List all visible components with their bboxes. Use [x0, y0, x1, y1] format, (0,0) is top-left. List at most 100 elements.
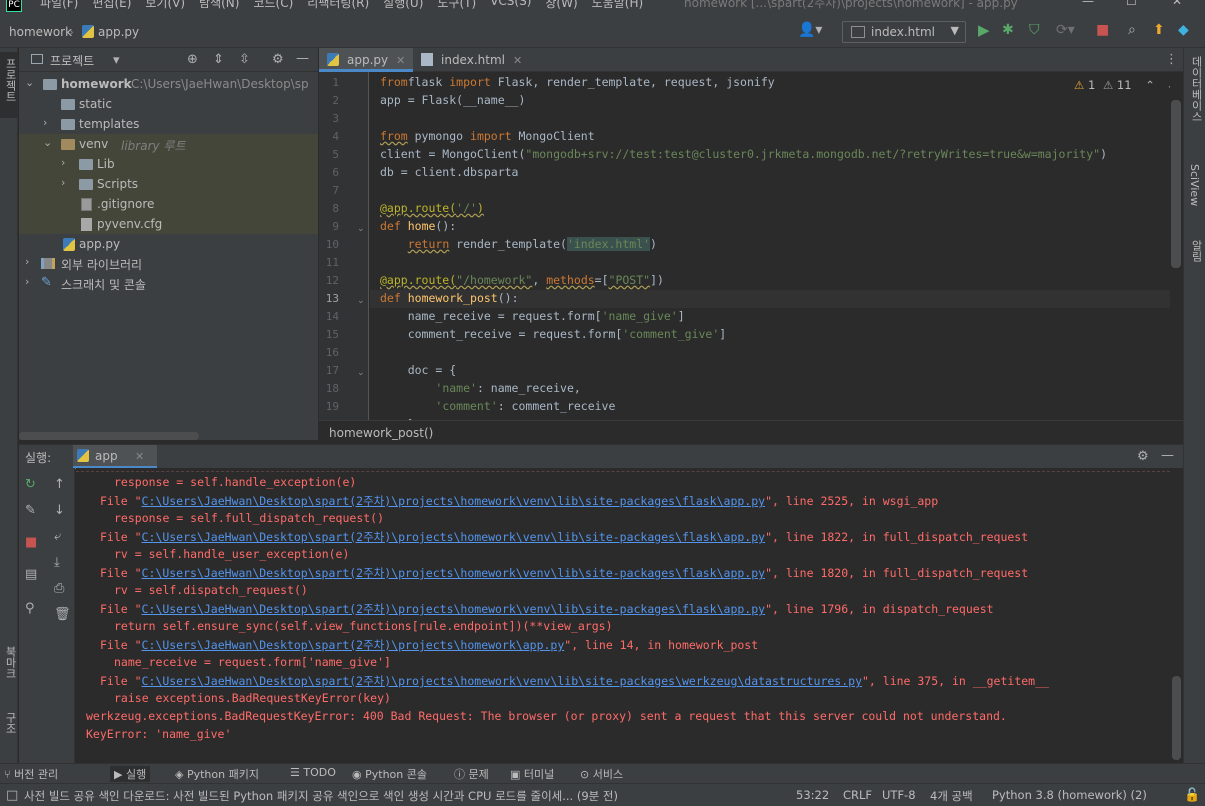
breadcrumb-project[interactable]: homework: [9, 25, 72, 39]
notifications-tool-tab[interactable]: 알림: [1184, 238, 1205, 282]
tab-index-html[interactable]: index.html ✕: [413, 48, 530, 72]
inspection-widget[interactable]: ⚠ 1 ⚠ 11 ⌃ ⌄: [1074, 78, 1170, 92]
close-window-button[interactable]: ✕: [1172, 0, 1182, 8]
tree-item-homework[interactable]: ⌄ homework C:\Users\JaeHwan\Desktop\sp: [19, 74, 318, 94]
arrow-down-icon[interactable]: ↓: [54, 504, 65, 517]
coverage-icon[interactable]: ⛉: [1029, 23, 1040, 37]
user-icon[interactable]: 👤▾: [798, 23, 822, 37]
tab-app-py[interactable]: app.py ✕: [319, 48, 414, 72]
tool-tab-vcs[interactable]: ⑂ 버전 관리: [4, 766, 58, 782]
tree-item-scratches[interactable]: › ✎ 스크래치 및 콘솔: [19, 273, 318, 293]
expand-all-icon[interactable]: ⇕: [213, 53, 224, 66]
locate-icon[interactable]: ⊕: [187, 53, 198, 66]
code-editor[interactable]: fromflask import Flask, render_template,…: [370, 72, 1170, 420]
gear-icon[interactable]: ⚙: [1137, 450, 1149, 463]
status-message[interactable]: 사전 빌드 공유 색인 다운로드: 사전 빌드된 Python 패키지 공유 색…: [24, 788, 784, 804]
trash-icon[interactable]: 🗑: [54, 608, 71, 621]
chevron-right-icon[interactable]: ›: [25, 255, 29, 268]
indent-setting[interactable]: 4개 공백: [930, 788, 973, 804]
tree-item-lib[interactable]: › Lib: [19, 154, 318, 174]
menu-vcs[interactable]: VCS(S): [490, 0, 531, 11]
hide-icon[interactable]: —: [1161, 449, 1174, 462]
file-encoding[interactable]: UTF-8: [882, 788, 916, 802]
file-link[interactable]: C:\Users\JaeHwan\Desktop\spart(2주차)\proj…: [142, 530, 766, 544]
chevron-down-icon[interactable]: ⌄: [43, 136, 52, 149]
project-tree-scrollbar[interactable]: [19, 432, 199, 440]
more-tabs-icon[interactable]: ⋮: [1165, 53, 1178, 66]
fold-icon[interactable]: ⌄: [357, 368, 365, 378]
minimize-button[interactable]: —: [1082, 0, 1094, 8]
tool-tab-python-packages[interactable]: ◈ Python 패키지: [175, 766, 259, 782]
file-link[interactable]: C:\Users\JaeHwan\Desktop\spart(2주차)\proj…: [142, 638, 565, 652]
fold-icon[interactable]: ⌄: [357, 224, 365, 234]
tree-item-static[interactable]: static: [19, 94, 318, 114]
menu-tools[interactable]: 도구(T): [437, 0, 476, 11]
tool-tab-run[interactable]: ▶ 실행: [110, 766, 151, 782]
gear-icon[interactable]: ⚙: [272, 53, 284, 66]
console-scrollbar[interactable]: [1172, 676, 1181, 760]
breadcrumb-function[interactable]: homework_post(): [329, 426, 433, 440]
line-separator[interactable]: CRLF: [843, 788, 872, 802]
hide-icon[interactable]: —: [296, 52, 309, 65]
chevron-down-icon[interactable]: ⌄: [25, 76, 34, 89]
debug-icon[interactable]: ✱: [1002, 23, 1014, 37]
file-link[interactable]: C:\Users\JaeHwan\Desktop\spart(2주차)\proj…: [142, 674, 862, 688]
menu-view[interactable]: 보기(V): [145, 0, 185, 11]
structure-tool-tab[interactable]: 구조: [0, 708, 18, 756]
menu-edit[interactable]: 편집(E): [92, 0, 131, 11]
caret-position[interactable]: 53:22: [796, 788, 829, 802]
run-tab-app[interactable]: app ✕: [73, 445, 157, 469]
layout-icon[interactable]: ▤: [25, 568, 37, 581]
menu-refactor[interactable]: 리팩터링(R): [307, 0, 369, 11]
bookmarks-tool-tab[interactable]: 북마크: [0, 642, 18, 698]
tool-tab-terminal[interactable]: ▣ 터미널: [510, 766, 554, 782]
menu-help[interactable]: 도움말(H): [592, 0, 644, 11]
tree-item-templates[interactable]: › templates: [19, 114, 318, 134]
chevron-down-icon[interactable]: ⌄: [1167, 78, 1170, 92]
file-link[interactable]: C:\Users\JaeHwan\Desktop\spart(2주차)\proj…: [142, 494, 766, 508]
chevron-up-icon[interactable]: ⌃: [1145, 78, 1155, 92]
rerun-icon[interactable]: ↻: [25, 478, 36, 491]
file-link[interactable]: C:\Users\JaeHwan\Desktop\spart(2주차)\proj…: [142, 566, 766, 580]
file-link[interactable]: C:\Users\JaeHwan\Desktop\spart(2주차)\proj…: [142, 602, 766, 616]
tree-item-scripts[interactable]: › Scripts: [19, 174, 318, 194]
menu-navigate[interactable]: 탐색(N): [199, 0, 239, 11]
menu-run[interactable]: 실행(U): [383, 0, 423, 11]
collapse-all-icon[interactable]: ⇳: [239, 53, 250, 66]
breadcrumb-file[interactable]: app.py: [98, 25, 139, 39]
tree-item-venv[interactable]: ⌄ venv library 루트: [19, 134, 318, 154]
sciview-tool-tab[interactable]: SciView: [1184, 162, 1205, 226]
run-icon[interactable]: ▶: [978, 23, 990, 38]
tool-tab-python-console[interactable]: ◉ Python 콘솔: [352, 766, 427, 782]
chevron-down-icon[interactable]: ▾: [113, 54, 120, 67]
editor-scrollbar[interactable]: [1171, 100, 1181, 268]
toolbox-icon[interactable]: ◆: [1178, 23, 1189, 37]
maximize-button[interactable]: ☐: [1126, 0, 1137, 8]
chevron-right-icon[interactable]: ›: [25, 275, 29, 288]
update-icon[interactable]: ⬆: [1153, 23, 1165, 37]
print-icon[interactable]: ⎙: [54, 582, 64, 595]
wrench-icon[interactable]: ✎: [25, 504, 36, 517]
tool-tab-problems[interactable]: ⓘ 문제: [454, 766, 489, 782]
chevron-right-icon[interactable]: ›: [43, 116, 47, 129]
pin-icon[interactable]: ⚲: [25, 602, 35, 615]
tree-item-external-libraries[interactable]: › 외부 라이브러리: [19, 253, 318, 273]
database-tool-tab[interactable]: 데이터베이스: [1184, 54, 1205, 150]
tree-item-gitignore[interactable]: .gitignore: [19, 194, 318, 214]
arrow-up-icon[interactable]: ↑: [54, 478, 65, 491]
fold-icon[interactable]: ⌄: [357, 296, 365, 306]
stop-icon[interactable]: ■: [25, 536, 37, 549]
close-tab-icon[interactable]: ✕: [135, 450, 144, 463]
menu-window[interactable]: 창(W): [545, 0, 577, 11]
tool-tab-todo[interactable]: ☰ TODO: [290, 766, 336, 779]
chevron-right-icon[interactable]: ›: [61, 176, 65, 189]
lock-icon[interactable]: 🔓: [1184, 789, 1200, 802]
profile-icon[interactable]: ⟳▾: [1056, 23, 1075, 37]
menu-code[interactable]: 코드(C): [253, 0, 293, 11]
tree-item-app-py[interactable]: app.py: [19, 234, 318, 254]
close-tab-icon[interactable]: ✕: [396, 54, 405, 67]
close-tab-icon[interactable]: ✕: [513, 54, 522, 67]
python-interpreter[interactable]: Python 3.8 (homework) (2): [992, 788, 1147, 802]
chevron-right-icon[interactable]: ›: [61, 156, 65, 169]
project-panel-title[interactable]: 프로젝트: [50, 52, 94, 69]
